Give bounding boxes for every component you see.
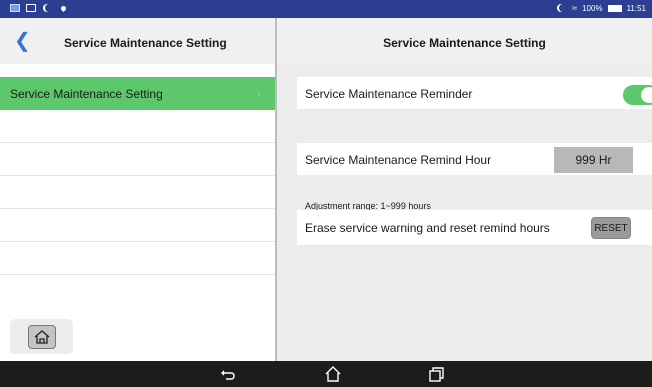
back-arrow-icon[interactable]: ❮	[14, 30, 34, 52]
location-icon	[59, 4, 68, 12]
do-not-disturb-icon	[559, 4, 567, 12]
remind-hour-row: Service Maintenance Remind Hour 999 Hr	[297, 143, 652, 175]
list-item	[0, 242, 275, 275]
list-item-service-maintenance[interactable]: Service Maintenance Setting ›	[0, 77, 275, 110]
right-header: Service Maintenance Setting	[277, 18, 652, 64]
battery-icon	[607, 4, 622, 12]
status-bar: ≈ 100% 11:51	[0, 0, 652, 18]
remind-hour-label: Service Maintenance Remind Hour	[305, 153, 492, 167]
list-item	[0, 143, 275, 176]
nav-back-icon[interactable]	[219, 365, 237, 383]
home-button[interactable]	[28, 325, 56, 349]
right-panel-title: Service Maintenance Setting	[383, 36, 546, 50]
home-icon	[34, 330, 50, 344]
status-bar-left-icons	[10, 4, 68, 12]
nav-home-icon[interactable]	[324, 365, 342, 383]
toggle-knob	[641, 87, 652, 103]
gallery-icon	[10, 4, 20, 12]
list-item-label: Service Maintenance Setting	[10, 87, 163, 101]
battery-percent: 100%	[582, 3, 603, 13]
left-header: ❮ Service Maintenance Setting	[0, 18, 275, 64]
list-item	[0, 110, 275, 143]
clock: 11:51	[626, 3, 646, 13]
home-button-container	[10, 319, 73, 354]
left-panel: ❮ Service Maintenance Setting Service Ma…	[0, 18, 275, 361]
moon-icon	[45, 4, 53, 12]
reminder-label: Service Maintenance Reminder	[305, 87, 473, 101]
navigation-bar	[0, 361, 652, 387]
erase-row: Erase service warning and reset remind h…	[297, 210, 652, 245]
list-item	[0, 209, 275, 242]
wifi-icon: ≈	[572, 3, 578, 13]
nav-recents-icon[interactable]	[427, 365, 445, 383]
chevron-right-icon: ›	[256, 85, 261, 101]
status-bar-right: ≈ 100% 11:51	[559, 3, 646, 13]
erase-label: Erase service warning and reset remind h…	[305, 221, 550, 235]
left-panel-title: Service Maintenance Setting	[64, 36, 227, 50]
remind-hour-input[interactable]: 999 Hr	[554, 147, 633, 173]
reminder-row: Service Maintenance Reminder	[297, 77, 652, 109]
reset-button[interactable]: RESET	[591, 217, 631, 239]
settings-list: Service Maintenance Setting ›	[0, 77, 275, 275]
message-icon	[26, 4, 36, 12]
reminder-toggle[interactable]	[623, 85, 652, 105]
right-panel: Service Maintenance Setting Service Main…	[277, 18, 652, 361]
list-item	[0, 176, 275, 209]
